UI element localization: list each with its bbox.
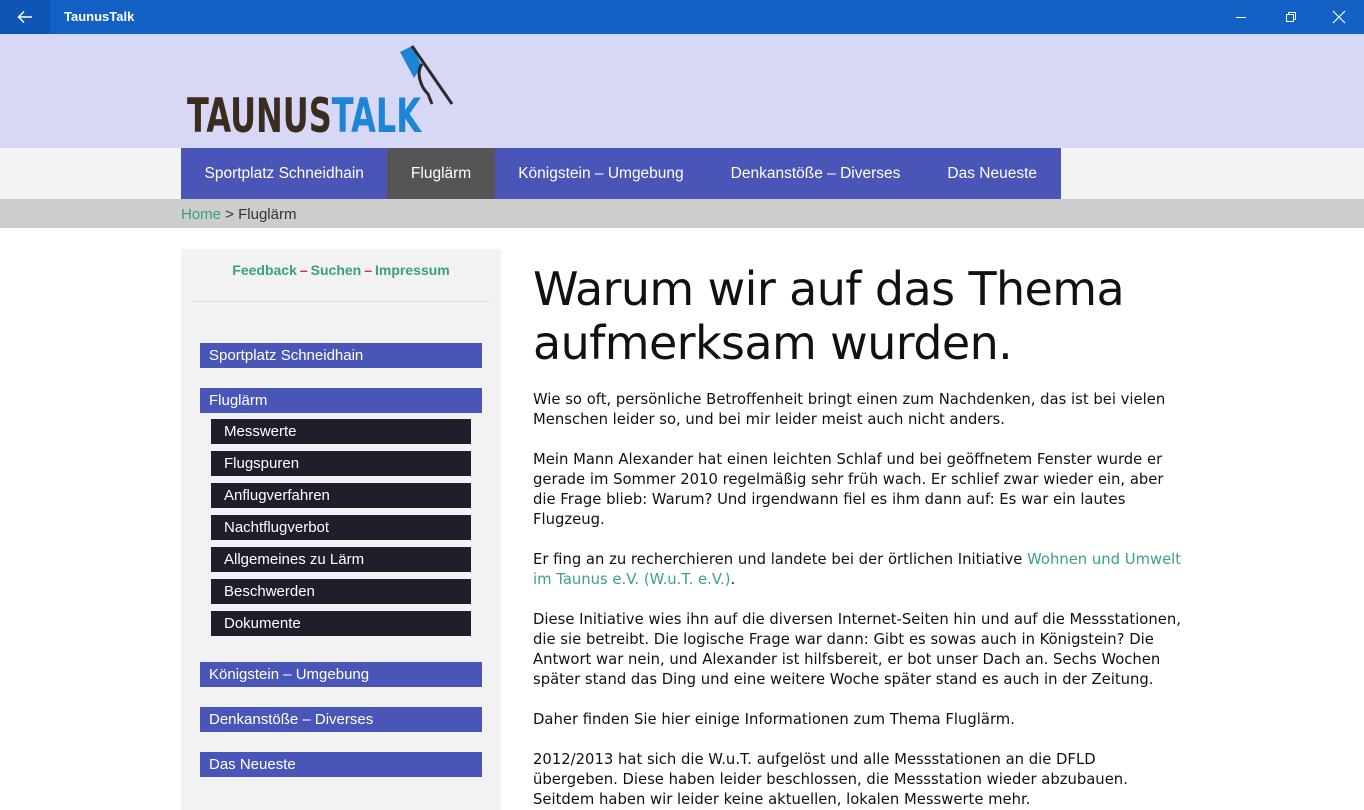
article-paragraph-1: Wie so oft, persönliche Betroffenheit br…	[533, 391, 1166, 428]
sidebar-item-koenigstein[interactable]: Königstein – Umgebung	[200, 662, 482, 687]
main-nav: Sportplatz Schneidhain Fluglärm Königste…	[181, 148, 1061, 199]
article-paragraph-3: Er fing an zu recherchieren und landete …	[533, 550, 1183, 590]
breadcrumb-separator: >	[221, 206, 239, 223]
paragraph-3-text: Er fing an zu recherchieren und landete …	[533, 551, 1028, 568]
sidebar-divider	[192, 301, 490, 302]
link-separator: –	[364, 262, 373, 278]
svg-text:TAUNUSTALK: TAUNUSTALK	[187, 89, 422, 140]
article-paragraph-2: Mein Mann Alexander hat einen leichten S…	[533, 451, 1164, 528]
paragraph-3-end: .	[730, 571, 736, 588]
breadcrumb-current: Fluglärm	[238, 206, 297, 223]
breadcrumb: Home > Fluglärm	[181, 199, 296, 228]
sidebar-subitem-nachtflugverbot[interactable]: Nachtflugverbot	[211, 515, 471, 540]
nav-item-sportplatz[interactable]: Sportplatz Schneidhain	[181, 148, 387, 199]
nav-item-fluglaerm[interactable]: Fluglärm	[387, 148, 495, 199]
sidebar-item-neueste[interactable]: Das Neueste	[200, 752, 482, 777]
sidebar-subitem-allgemeines[interactable]: Allgemeines zu Lärm	[211, 547, 471, 572]
back-button[interactable]	[0, 0, 50, 34]
back-arrow-icon	[17, 10, 32, 24]
article-content: Warum wir auf das Thema aufmerksam wurde…	[533, 262, 1183, 810]
sidebar: Feedback – Suchen – Impressum Sportplatz Sch…	[181, 249, 501, 810]
title-bar: TaunusTalk	[0, 0, 1364, 34]
minimize-icon	[1236, 17, 1246, 18]
window-title: TaunusTalk	[64, 9, 135, 24]
sidebar-top-links: Feedback – Suchen – Impressum	[181, 262, 501, 278]
sidebar-subitem-flugspuren[interactable]: Flugspuren	[211, 451, 471, 476]
article-title: Warum wir auf das Thema aufmerksam wurde…	[533, 262, 1183, 370]
taunustalk-logo[interactable]: TAUNUSTALK	[184, 36, 464, 144]
sidebar-subitem-messwerte[interactable]: Messwerte	[211, 419, 471, 444]
restore-icon	[1286, 12, 1296, 22]
article-paragraph-6: 2012/2013 hat sich die W.u.T. aufgelöst …	[533, 751, 1128, 808]
nav-item-neueste[interactable]: Das Neueste	[924, 148, 1061, 199]
sidebar-item-sportplatz[interactable]: Sportplatz Schneidhain	[200, 343, 482, 368]
minimize-button[interactable]	[1218, 0, 1264, 34]
restore-button[interactable]	[1268, 0, 1314, 34]
close-icon	[1332, 10, 1346, 24]
sidebar-subitem-beschwerden[interactable]: Beschwerden	[211, 579, 471, 604]
breadcrumb-home-link[interactable]: Home	[181, 206, 221, 223]
logo-graphic: TAUNUSTALK	[187, 45, 454, 144]
sidebar-subitem-dokumente[interactable]: Dokumente	[211, 611, 471, 636]
sidebar-item-fluglaerm[interactable]: Fluglärm	[200, 388, 482, 413]
sidebar-item-denkanstoesse[interactable]: Denkanstöße – Diverses	[200, 707, 482, 732]
suchen-link[interactable]: Suchen	[311, 262, 362, 278]
sidebar-subitem-anflugverfahren[interactable]: Anflugverfahren	[211, 483, 471, 508]
article-paragraph-5: Daher finden Sie hier einige Information…	[533, 711, 1015, 728]
feedback-link[interactable]: Feedback	[232, 262, 297, 278]
article-paragraph-4: Diese Initiative wies ihn auf die divers…	[533, 611, 1181, 688]
impressum-link[interactable]: Impressum	[375, 262, 450, 278]
nav-item-koenigstein[interactable]: Königstein – Umgebung	[495, 148, 707, 199]
article-title-line-2: aufmerksam wurden.	[533, 316, 1013, 370]
article-title-line-1: Warum wir auf das Thema	[533, 262, 1125, 316]
link-separator: –	[299, 262, 308, 278]
close-button[interactable]	[1316, 0, 1362, 34]
nav-item-denkanstoesse[interactable]: Denkanstöße – Diverses	[707, 148, 924, 199]
